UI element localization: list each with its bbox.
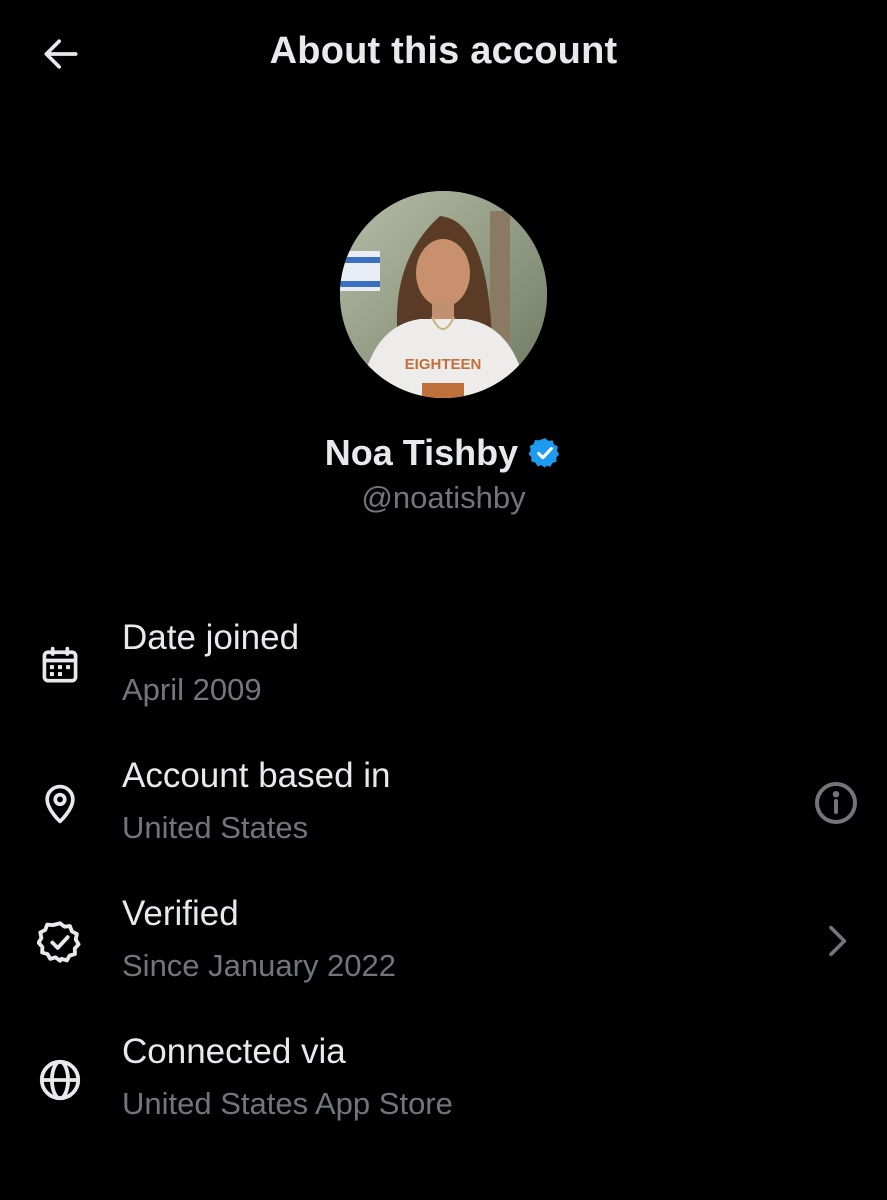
avatar[interactable]: EIGHTEEN bbox=[340, 191, 547, 398]
calendar-icon bbox=[36, 642, 84, 690]
row-label: Account based in bbox=[122, 756, 391, 795]
avatar-shirt-text: EIGHTEEN bbox=[405, 356, 482, 373]
row-connected-via: Connected via United States App Store bbox=[0, 1026, 887, 1164]
row-value: Since January 2022 bbox=[122, 948, 397, 983]
row-label: Verified bbox=[122, 894, 239, 933]
verified-badge-icon bbox=[528, 438, 560, 468]
chevron-right-icon bbox=[829, 925, 847, 957]
verified-badge-icon bbox=[36, 918, 84, 966]
row-value: April 2009 bbox=[122, 672, 262, 707]
info-icon bbox=[815, 782, 857, 824]
globe-icon bbox=[36, 1056, 84, 1104]
row-label: Date joined bbox=[122, 618, 300, 657]
display-name: Noa Tishby bbox=[324, 432, 519, 473]
row-value: United States bbox=[122, 810, 309, 845]
location-pin-icon bbox=[36, 780, 84, 828]
app-header: About this account bbox=[0, 0, 887, 108]
info-button[interactable] bbox=[811, 778, 861, 828]
page-title: About this account bbox=[269, 30, 618, 72]
row-verified[interactable]: Verified Since January 2022 bbox=[0, 888, 887, 1026]
row-date-joined: Date joined April 2009 bbox=[0, 612, 887, 750]
row-label: Connected via bbox=[122, 1032, 346, 1071]
name-row: Noa Tishby bbox=[0, 432, 887, 474]
handle: @noatishby bbox=[361, 480, 526, 515]
chevron-button[interactable] bbox=[811, 916, 861, 966]
account-info-list: Date joined April 2009 Account based in … bbox=[0, 612, 887, 1164]
row-account-based-in: Account based in United States bbox=[0, 750, 887, 888]
row-value: United States App Store bbox=[122, 1086, 453, 1121]
